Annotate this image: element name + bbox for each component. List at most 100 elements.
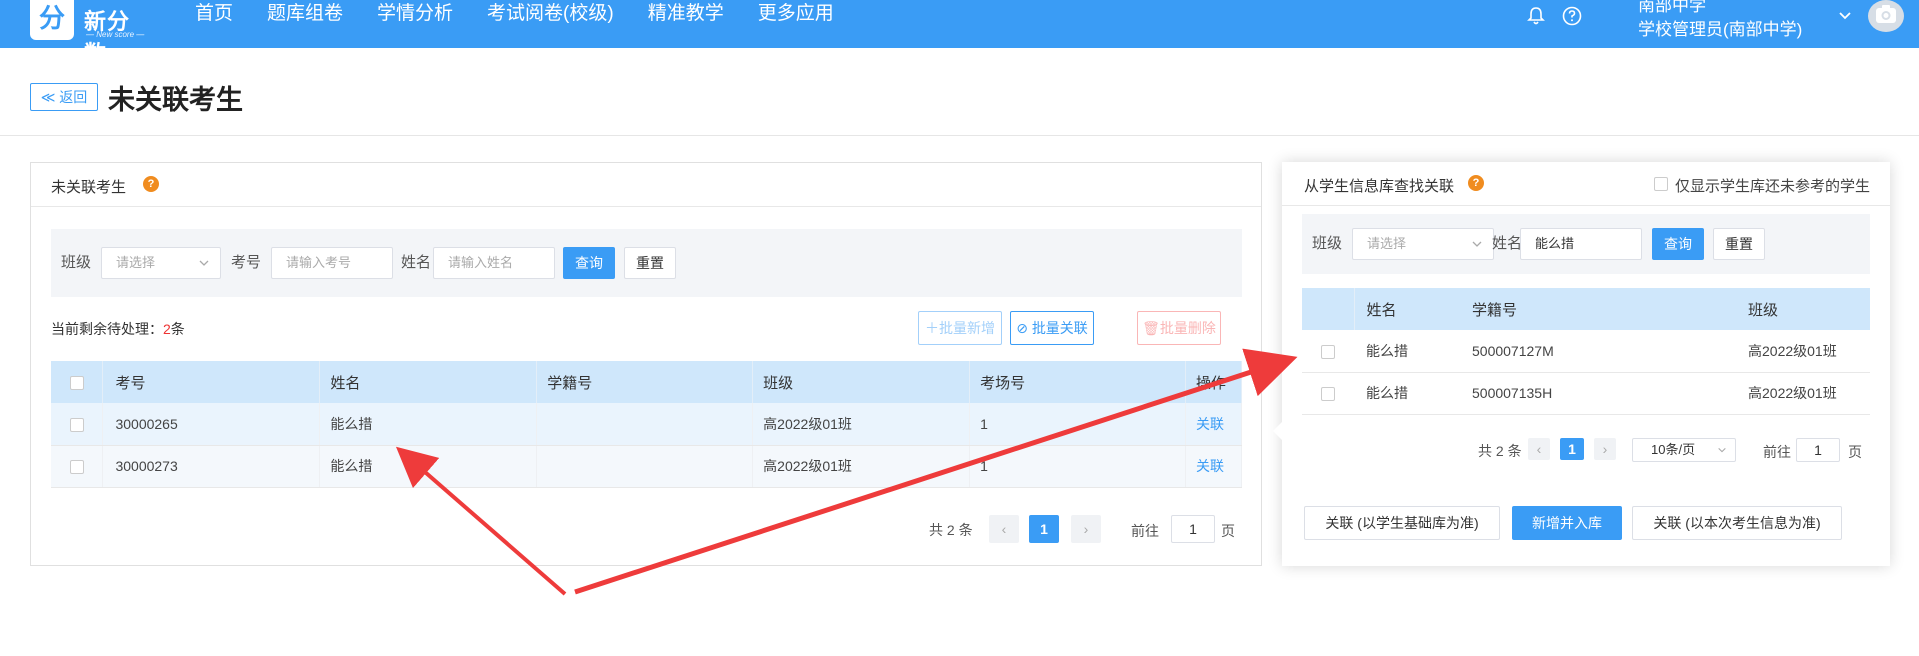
nav-analysis[interactable]: 学情分析 xyxy=(377,0,453,30)
batch-add-button[interactable]: ＋批量新增 xyxy=(918,311,1002,345)
select-all-checkbox[interactable] xyxy=(69,375,84,390)
class-select[interactable]: 请选择 xyxy=(101,247,221,279)
nav-question-bank[interactable]: 题库组卷 xyxy=(267,0,343,30)
unlinked-students-panel: 未关联考生 ? 班级 请选择 考号 请输入考号 姓名 请输入姓名 查询 重置 当… xyxy=(30,162,1262,566)
app-logo[interactable]: 分 新分数 — New score — xyxy=(30,0,148,66)
class-select[interactable]: 请选择 xyxy=(1352,228,1494,260)
row-select-cell xyxy=(51,403,104,446)
row-checkbox[interactable] xyxy=(1321,344,1335,359)
popover-header: 从学生信息库查找关联 ? 仅显示学生库还未参考的学生 xyxy=(1282,162,1890,206)
panel-title: 未关联考生 xyxy=(51,179,127,196)
question-icon[interactable]: ? xyxy=(1468,175,1484,191)
user-school: 南部中学 xyxy=(1638,0,1706,15)
chevron-down-icon[interactable] xyxy=(1836,6,1854,24)
name-label: 姓名 xyxy=(401,254,432,271)
query-button[interactable]: 查询 xyxy=(563,247,615,279)
row-checkbox[interactable] xyxy=(69,417,84,432)
row-select-cell xyxy=(51,445,104,488)
cell-student-no xyxy=(536,403,754,446)
logo-subtitle: — New score — xyxy=(86,30,145,39)
back-label: 返回 xyxy=(59,89,88,105)
table-row[interactable]: 能么措 500007127M 高2022级01班 xyxy=(1302,330,1870,373)
trash-icon: 🗑 xyxy=(1142,320,1160,336)
class-select-placeholder: 请选择 xyxy=(1367,236,1407,251)
user-role: 学校管理员(南部中学) xyxy=(1638,20,1803,39)
cell-class: 高2022级01班 xyxy=(1736,372,1870,415)
select-header-cell xyxy=(1302,288,1355,330)
name-input[interactable]: 能么措 xyxy=(1520,228,1642,260)
user-info[interactable]: 南部中学 学校管理员(南部中学) xyxy=(1638,0,1802,42)
remaining-prefix: 当前剩余待处理： xyxy=(51,321,163,337)
avatar[interactable] xyxy=(1868,0,1904,32)
chevron-right-icon[interactable]: › xyxy=(1071,515,1101,543)
nav-precision-teaching[interactable]: 精准教学 xyxy=(648,0,724,30)
question-icon[interactable]: ? xyxy=(143,176,159,192)
link-action[interactable]: 关联 xyxy=(1196,458,1224,474)
reset-button[interactable]: 重置 xyxy=(624,247,676,279)
back-button[interactable]: ≪ 返回 xyxy=(30,83,98,111)
popover-arrow xyxy=(1273,422,1282,440)
add-new-button[interactable]: 新增并入库 xyxy=(1512,506,1622,540)
col-exam-no: 考号 xyxy=(102,361,321,403)
link-base-library-button[interactable]: 关联 (以学生基础库为准) xyxy=(1304,506,1500,540)
popover-filter-bar: 班级 请选择 姓名 能么措 查询 重置 xyxy=(1302,214,1870,274)
student-lookup-popover: 从学生信息库查找关联 ? 仅显示学生库还未参考的学生 班级 请选择 姓名 能么措… xyxy=(1273,162,1890,566)
batch-delete-button[interactable]: 🗑批量删除 xyxy=(1137,311,1221,345)
double-chevron-left-icon: ≪ xyxy=(40,89,56,105)
page-header: ≪ 返回 未关联考生 xyxy=(0,60,1919,136)
col-student-no: 学籍号 xyxy=(536,361,754,403)
pager-current-page[interactable]: 1 xyxy=(1560,438,1584,460)
query-button[interactable]: 查询 xyxy=(1652,228,1704,260)
reset-button[interactable]: 重置 xyxy=(1713,228,1765,260)
col-class: 班级 xyxy=(752,361,971,403)
nav-exam-marking[interactable]: 考试阅卷(校级) xyxy=(487,0,614,30)
exam-no-input[interactable]: 请输入考号 xyxy=(271,247,393,279)
cell-class: 高2022级01班 xyxy=(752,403,971,446)
chevron-right-icon[interactable]: › xyxy=(1594,438,1616,460)
col-room: 考场号 xyxy=(969,361,1186,403)
chevron-down-icon xyxy=(199,260,209,266)
name-input[interactable]: 请输入姓名 xyxy=(433,247,555,279)
batch-delete-label: 批量删除 xyxy=(1159,320,1216,336)
link-icon: ⊘ xyxy=(1016,320,1028,336)
only-unjoined-label: 仅显示学生库还未参考的学生 xyxy=(1675,178,1871,195)
table-row[interactable]: 30000265 能么措 高2022级01班 1 关联 xyxy=(51,403,1243,446)
cell-room: 1 xyxy=(969,403,1186,446)
batch-add-label: 批量新增 xyxy=(939,320,995,336)
logo-mark: 分 xyxy=(30,0,74,40)
chevron-down-icon xyxy=(1718,447,1726,453)
pager-current-page[interactable]: 1 xyxy=(1029,515,1059,543)
pager-goto-label: 前往 xyxy=(1131,523,1159,539)
remaining-count: 当前剩余待处理：2条 xyxy=(51,319,185,339)
class-label: 班级 xyxy=(1312,235,1343,252)
row-select-cell xyxy=(1302,372,1354,415)
pager-goto-input[interactable]: 1 xyxy=(1796,438,1840,462)
link-exam-info-button[interactable]: 关联 (以本次考生信息为准) xyxy=(1632,506,1842,540)
page-size-select[interactable]: 10条/页 xyxy=(1632,438,1736,462)
table-row[interactable]: 能么措 500007135H 高2022级01班 xyxy=(1302,372,1870,415)
table-row[interactable]: 30000273 能么措 高2022级01班 1 关联 xyxy=(51,445,1243,488)
pager-total: 共 2 条 xyxy=(929,522,973,538)
name-label: 姓名 xyxy=(1492,235,1523,252)
pager-goto-input[interactable]: 1 xyxy=(1171,515,1215,543)
help-circle-icon[interactable] xyxy=(1562,6,1582,26)
nav-more-apps[interactable]: 更多应用 xyxy=(758,0,834,30)
exam-no-label: 考号 xyxy=(231,254,262,271)
popover-title: 从学生信息库查找关联 xyxy=(1304,178,1455,195)
batch-link-button[interactable]: ⊘ 批量关联 xyxy=(1010,311,1094,345)
chevron-left-icon[interactable]: ‹ xyxy=(1528,438,1550,460)
col-name: 姓名 xyxy=(319,361,538,403)
bell-icon[interactable] xyxy=(1526,6,1546,26)
only-unjoined-checkbox[interactable] xyxy=(1654,177,1668,191)
row-checkbox[interactable] xyxy=(69,460,84,475)
page-size-value: 10条/页 xyxy=(1651,442,1696,457)
row-checkbox[interactable] xyxy=(1321,387,1335,402)
cell-exam-no: 30000273 xyxy=(102,445,321,488)
chevron-left-icon[interactable]: ‹ xyxy=(989,515,1019,543)
cell-name: 能么措 xyxy=(319,403,538,446)
nav-home[interactable]: 首页 xyxy=(195,0,233,30)
cell-name: 能么措 xyxy=(1354,330,1460,373)
cell-exam-no: 30000265 xyxy=(102,403,321,446)
remaining-number: 2 xyxy=(163,321,171,337)
link-action[interactable]: 关联 xyxy=(1196,416,1224,432)
